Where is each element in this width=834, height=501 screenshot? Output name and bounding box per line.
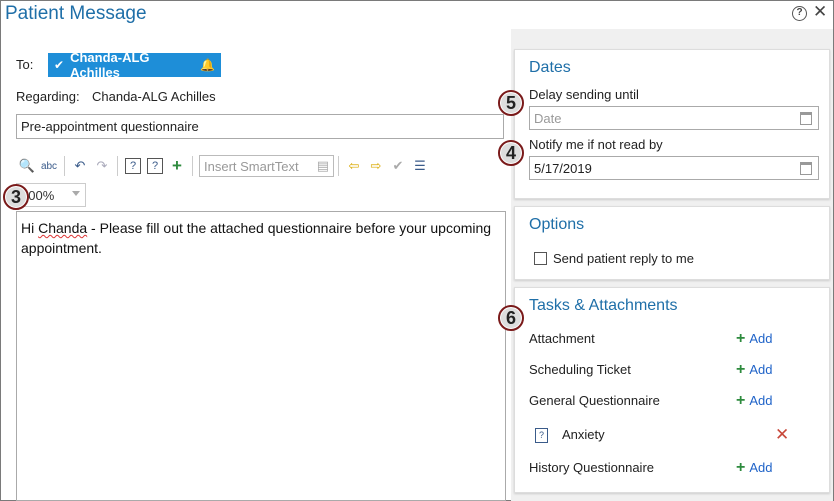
help-icon[interactable]: ? xyxy=(792,6,807,21)
message-body-editor[interactable]: Hi Chanda - Please fill out the attached… xyxy=(16,211,506,501)
add-scheduling-ticket-button[interactable]: + Add xyxy=(736,360,773,378)
plus-icon: + xyxy=(736,329,746,347)
side-panel: Dates Delay sending until Date Notify me… xyxy=(511,29,833,501)
insert-smarttext-button[interactable]: Insert SmartText ▤ xyxy=(199,155,334,177)
notify-date-value: 5/17/2019 xyxy=(534,161,592,176)
plus-icon: + xyxy=(736,391,746,409)
toolbar-divider xyxy=(192,156,193,176)
attached-questionnaire-label: Anxiety xyxy=(562,427,605,442)
callout-badge-5: 5 xyxy=(498,90,524,116)
notify-date-input[interactable]: 5/17/2019 xyxy=(529,156,819,180)
add-label: Add xyxy=(749,393,773,408)
calendar-icon[interactable] xyxy=(800,162,812,175)
delay-label: Delay sending until xyxy=(529,87,639,102)
toolbar-divider xyxy=(64,156,65,176)
attached-questionnaire-item: ? Anxiety ✕ xyxy=(529,425,819,447)
send-reply-label: Send patient reply to me xyxy=(553,251,694,266)
message-body-name: Chanda xyxy=(38,220,88,236)
toolbar-divider xyxy=(338,156,339,176)
questionnaire-icon: ? xyxy=(535,428,548,443)
spellcheck-icon[interactable]: abc xyxy=(38,155,60,177)
delay-date-placeholder: Date xyxy=(534,111,562,126)
dates-title: Dates xyxy=(529,59,571,76)
next-field-icon[interactable]: ⇨ xyxy=(365,155,387,177)
task-label: History Questionnaire xyxy=(529,460,654,475)
add-attachment-button[interactable]: + Add xyxy=(736,329,773,347)
task-label: Scheduling Ticket xyxy=(529,362,631,377)
callout-badge-4: 4 xyxy=(498,140,524,166)
regarding-value: Chanda-ALG Achilles xyxy=(92,89,216,104)
message-body-greeting: Hi xyxy=(21,220,39,236)
tasks-title: Tasks & Attachments xyxy=(529,297,678,314)
callout-badge-3: 3 xyxy=(3,184,29,210)
add-label: Add xyxy=(749,331,773,346)
delay-date-input[interactable]: Date xyxy=(529,106,819,130)
bell-icon: 🔔 xyxy=(200,58,215,72)
find-icon[interactable]: 🔍 xyxy=(16,155,38,177)
check-fields-icon[interactable]: ✔ xyxy=(387,155,409,177)
compose-pane: To: ✔ Chanda-ALG Achilles 🔔 Regarding: C… xyxy=(1,29,511,501)
plus-icon: + xyxy=(736,458,746,476)
dates-card: Dates Delay sending until Date Notify me… xyxy=(514,49,830,199)
task-row-attachment: Attachment + Add xyxy=(529,329,819,351)
send-reply-checkbox[interactable] xyxy=(534,252,547,265)
checkmark-icon: ✔ xyxy=(54,58,65,72)
remove-icon[interactable]: ✕ xyxy=(775,425,789,445)
smarttext-icon: ▤ xyxy=(316,158,329,173)
add-label: Add xyxy=(749,460,773,475)
task-row-scheduling: Scheduling Ticket + Add xyxy=(529,360,819,382)
previous-field-icon[interactable]: ⇦ xyxy=(343,155,365,177)
task-label: General Questionnaire xyxy=(529,393,660,408)
recipient-chip[interactable]: ✔ Chanda-ALG Achilles 🔔 xyxy=(48,50,221,80)
options-title: Options xyxy=(529,216,585,233)
message-body-text: - Please fill out the attached questionn… xyxy=(21,220,492,256)
redo-icon[interactable]: ↷ xyxy=(91,155,113,177)
undo-icon[interactable]: ↶ xyxy=(69,155,91,177)
add-plus-icon[interactable]: + xyxy=(166,155,188,177)
insert-next-question-icon[interactable]: ? xyxy=(147,158,163,174)
smarttext-label: Insert SmartText xyxy=(204,158,299,174)
title-bar: Patient Message ? ✕ xyxy=(1,1,833,29)
toolbar-divider xyxy=(117,156,118,176)
editor-toolbar: 🔍 abc ↶ ↷ ? ? + Insert SmartText ▤ ⇦ ⇨ ✔… xyxy=(16,153,506,179)
subject-input[interactable]: Pre-appointment questionnaire xyxy=(16,114,504,139)
notify-label: Notify me if not read by xyxy=(529,137,663,152)
task-row-general-questionnaire: General Questionnaire + Add xyxy=(529,391,819,413)
task-label: Attachment xyxy=(529,331,595,346)
calendar-icon[interactable] xyxy=(800,112,812,125)
add-label: Add xyxy=(749,362,773,377)
patient-message-window: Patient Message ? ✕ To: ✔ Chanda-ALG Ach… xyxy=(0,0,834,501)
callout-badge-6: 6 xyxy=(498,305,524,331)
chevron-down-icon xyxy=(72,191,80,196)
close-icon[interactable]: ✕ xyxy=(813,2,827,22)
plus-icon: + xyxy=(736,360,746,378)
to-label: To: xyxy=(16,57,34,72)
list-arrow-icon[interactable]: ☰ xyxy=(409,155,431,177)
window-title: Patient Message xyxy=(5,3,147,24)
tasks-card: Tasks & Attachments Attachment + Add Sche… xyxy=(514,287,830,493)
add-general-questionnaire-button[interactable]: + Add xyxy=(736,391,773,409)
add-history-questionnaire-button[interactable]: + Add xyxy=(736,458,773,476)
options-card: Options Send patient reply to me xyxy=(514,206,830,280)
regarding-label: Regarding: xyxy=(16,89,80,104)
insert-question-icon[interactable]: ? xyxy=(125,158,141,174)
task-row-history-questionnaire: History Questionnaire + Add xyxy=(529,458,819,480)
recipient-name: Chanda-ALG Achilles xyxy=(70,50,150,80)
